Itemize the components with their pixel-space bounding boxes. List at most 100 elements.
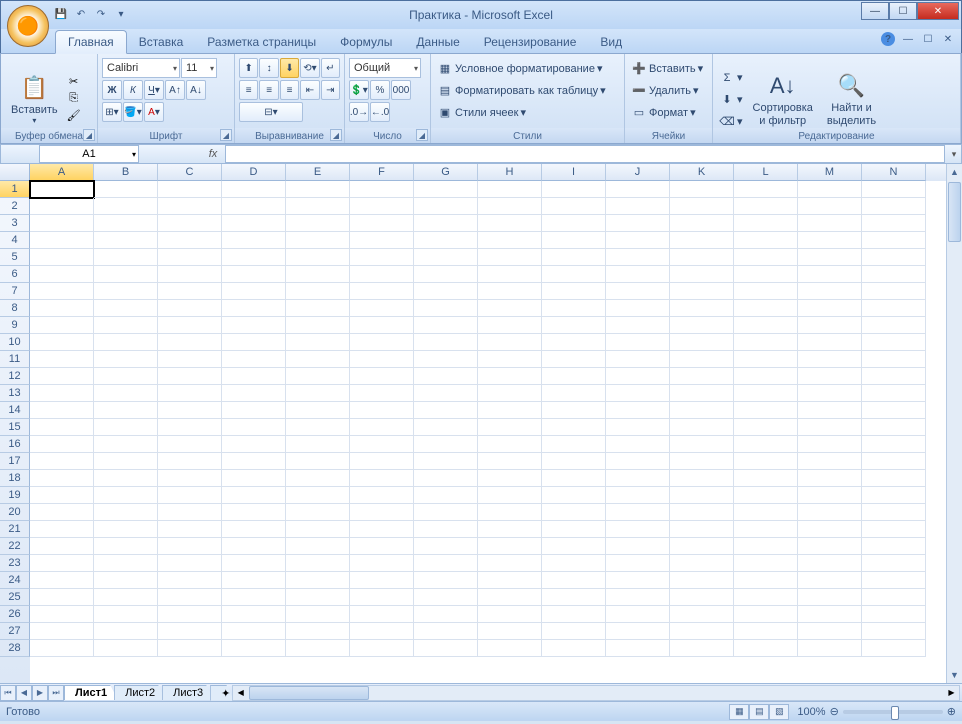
cell[interactable] xyxy=(670,572,734,589)
cell[interactable] xyxy=(222,436,286,453)
cell[interactable] xyxy=(286,589,350,606)
cell[interactable] xyxy=(222,538,286,555)
cell[interactable] xyxy=(414,351,478,368)
column-header[interactable]: G xyxy=(414,164,478,181)
row-header[interactable]: 25 xyxy=(0,589,30,606)
cell[interactable] xyxy=(734,351,798,368)
cell[interactable] xyxy=(158,436,222,453)
cell[interactable] xyxy=(222,402,286,419)
font-color-button[interactable]: A▾ xyxy=(144,102,164,122)
cell[interactable] xyxy=(734,538,798,555)
cell[interactable] xyxy=(222,555,286,572)
row-header[interactable]: 10 xyxy=(0,334,30,351)
cell[interactable] xyxy=(350,487,414,504)
cell[interactable] xyxy=(222,232,286,249)
cell[interactable] xyxy=(542,402,606,419)
cell[interactable] xyxy=(670,317,734,334)
cell[interactable] xyxy=(670,555,734,572)
cell[interactable] xyxy=(798,538,862,555)
cell[interactable] xyxy=(670,436,734,453)
cell[interactable] xyxy=(222,283,286,300)
cell[interactable] xyxy=(478,572,542,589)
cell[interactable] xyxy=(222,640,286,657)
cell[interactable] xyxy=(606,334,670,351)
cell[interactable] xyxy=(798,436,862,453)
cell[interactable] xyxy=(478,538,542,555)
zoom-slider[interactable] xyxy=(843,710,943,714)
cell[interactable] xyxy=(158,589,222,606)
cell[interactable] xyxy=(158,334,222,351)
cell[interactable] xyxy=(862,453,926,470)
sheet-nav-prev[interactable]: ◀ xyxy=(16,685,32,701)
cell[interactable] xyxy=(478,589,542,606)
cell[interactable] xyxy=(798,487,862,504)
cell[interactable] xyxy=(670,198,734,215)
column-header[interactable]: H xyxy=(478,164,542,181)
cell[interactable] xyxy=(670,266,734,283)
cell[interactable] xyxy=(350,385,414,402)
cell[interactable] xyxy=(286,538,350,555)
formula-input[interactable] xyxy=(225,145,945,163)
cell[interactable] xyxy=(542,317,606,334)
cell[interactable] xyxy=(734,470,798,487)
column-header[interactable]: F xyxy=(350,164,414,181)
cell[interactable] xyxy=(350,232,414,249)
cell[interactable] xyxy=(798,181,862,198)
column-header[interactable]: M xyxy=(798,164,862,181)
cell[interactable] xyxy=(222,198,286,215)
office-button[interactable]: 🟠 xyxy=(7,5,49,47)
cell[interactable] xyxy=(862,385,926,402)
cell[interactable] xyxy=(30,572,94,589)
cell[interactable] xyxy=(478,402,542,419)
cell[interactable] xyxy=(670,181,734,198)
qat-save-icon[interactable]: 💾 xyxy=(53,6,69,22)
cell[interactable] xyxy=(542,589,606,606)
cell[interactable] xyxy=(350,215,414,232)
cell[interactable] xyxy=(286,385,350,402)
cell[interactable] xyxy=(606,555,670,572)
cell[interactable] xyxy=(94,283,158,300)
cell[interactable] xyxy=(734,368,798,385)
cell[interactable] xyxy=(542,504,606,521)
cell[interactable] xyxy=(286,623,350,640)
formula-expand-icon[interactable]: ▾ xyxy=(947,149,961,160)
cell[interactable] xyxy=(222,487,286,504)
cell[interactable] xyxy=(862,283,926,300)
align-left-button[interactable]: ≡ xyxy=(239,80,258,100)
cell[interactable] xyxy=(222,453,286,470)
cell[interactable] xyxy=(606,436,670,453)
cell[interactable] xyxy=(350,589,414,606)
cell[interactable] xyxy=(798,249,862,266)
cell[interactable] xyxy=(606,317,670,334)
cell[interactable] xyxy=(414,368,478,385)
cell[interactable] xyxy=(286,368,350,385)
cell[interactable] xyxy=(94,487,158,504)
cell[interactable] xyxy=(158,623,222,640)
cell[interactable] xyxy=(478,249,542,266)
tab-home[interactable]: Главная xyxy=(55,30,127,54)
cell[interactable] xyxy=(30,402,94,419)
cell[interactable] xyxy=(862,368,926,385)
cell[interactable] xyxy=(734,215,798,232)
cell[interactable] xyxy=(798,215,862,232)
row-header[interactable]: 18 xyxy=(0,470,30,487)
row-header[interactable]: 23 xyxy=(0,555,30,572)
cell[interactable] xyxy=(30,538,94,555)
cell[interactable] xyxy=(542,572,606,589)
cell[interactable] xyxy=(606,385,670,402)
cell[interactable] xyxy=(734,266,798,283)
cell[interactable] xyxy=(350,640,414,657)
cell[interactable] xyxy=(30,215,94,232)
cell[interactable] xyxy=(670,283,734,300)
row-header[interactable]: 12 xyxy=(0,368,30,385)
tab-insert[interactable]: Вставка xyxy=(127,31,196,53)
cell[interactable] xyxy=(606,504,670,521)
cell[interactable] xyxy=(862,198,926,215)
insert-cells-button[interactable]: ➕Вставить ▾ xyxy=(629,58,708,79)
cell[interactable] xyxy=(350,606,414,623)
cell[interactable] xyxy=(30,555,94,572)
tab-data[interactable]: Данные xyxy=(404,31,471,53)
cell[interactable] xyxy=(350,317,414,334)
cell[interactable] xyxy=(542,215,606,232)
cell[interactable] xyxy=(862,402,926,419)
